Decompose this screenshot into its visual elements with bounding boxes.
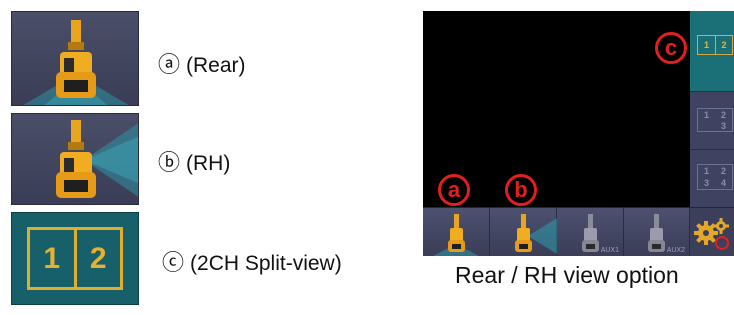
split-option-label: ⓒ (2CH Split-view)	[162, 250, 342, 275]
bar-aux2-camera-button[interactable]: AUX2	[624, 208, 690, 256]
layout-2ch-button[interactable]: 1 2	[690, 11, 734, 91]
excavator-rh-icon	[56, 120, 138, 198]
monitor-screen: 1 2 1 2 3 1 2 3 4 AUX1 AUX2 c a b	[423, 11, 734, 256]
bar-rh-camera-button[interactable]	[490, 208, 557, 256]
split-view-button[interactable]: 1 2	[11, 212, 139, 305]
layout-3ch-icon: 1 2 3	[697, 108, 733, 132]
gear-icon	[694, 218, 729, 250]
marker-a: a	[438, 174, 470, 206]
aux1-tag: AUX1	[600, 247, 619, 254]
layout-4ch-button[interactable]: 1 2 3 4	[690, 149, 734, 207]
rear-option-label: ⓐ (Rear)	[158, 52, 246, 77]
settings-button[interactable]	[690, 208, 734, 256]
split-view-icon: 1 2	[27, 227, 123, 290]
marker-c: c	[655, 32, 687, 64]
layout-2ch-icon: 1 2	[697, 35, 733, 55]
camera-select-bar: AUX1 AUX2	[423, 207, 734, 256]
bar-aux1-camera-button[interactable]: AUX1	[557, 208, 624, 256]
figure-caption: Rear / RH view option	[455, 262, 679, 288]
split-cell-2: 2	[73, 230, 121, 287]
rh-option-label: ⓑ (RH)	[158, 150, 231, 175]
bar-rear-camera-button[interactable]	[423, 208, 490, 256]
split-cell-1: 1	[43, 241, 61, 275]
excavator-rear-icon	[432, 214, 480, 256]
layout-4ch-icon: 1 2 3 4	[697, 164, 733, 190]
rear-view-button[interactable]	[11, 11, 139, 106]
excavator-rh-icon	[515, 214, 557, 254]
layout-3ch-button[interactable]: 1 2 3	[690, 91, 734, 149]
layout-strip: 1 2 1 2 3 1 2 3 4	[690, 11, 734, 207]
aux2-tag: AUX2	[666, 247, 685, 254]
marker-b: b	[505, 174, 537, 206]
right-hand-view-button[interactable]	[11, 113, 139, 205]
excavator-rear-icon	[23, 20, 129, 105]
